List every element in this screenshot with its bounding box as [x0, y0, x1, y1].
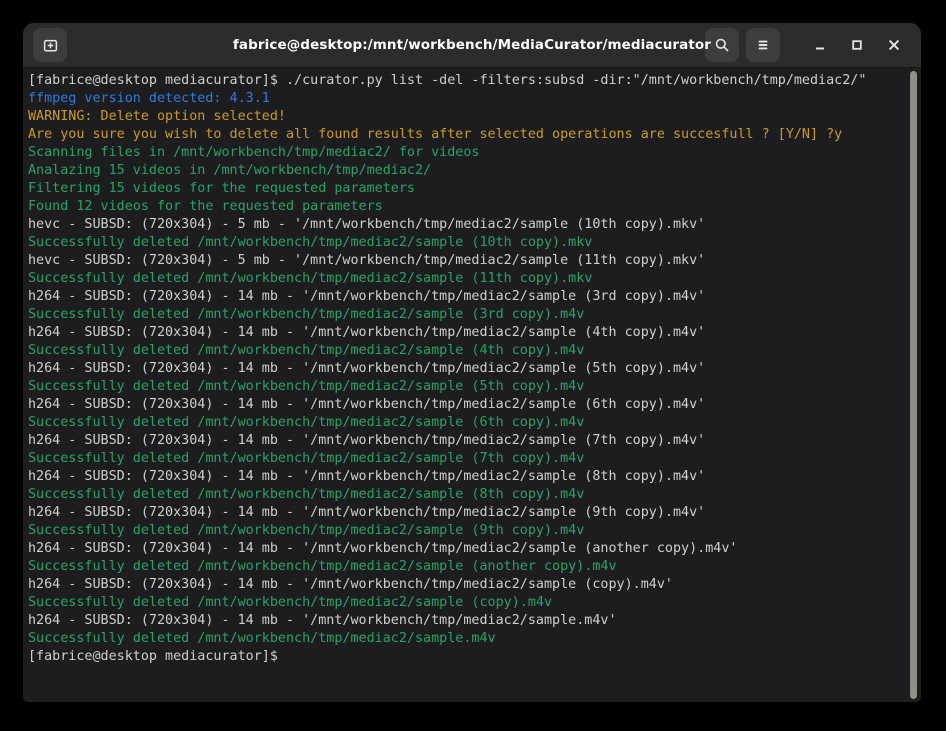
terminal-line: h264 - SUBSD: (720x304) - 14 mb - '/mnt/… [28, 324, 905, 342]
terminal-line: Successfully deleted /mnt/workbench/tmp/… [28, 522, 905, 540]
terminal-line: Analazing 15 videos in /mnt/workbench/tm… [28, 162, 905, 180]
close-button[interactable] [879, 30, 909, 60]
terminal-line: WARNING: Delete option selected! [28, 108, 905, 126]
terminal-line: Successfully deleted /mnt/workbench/tmp/… [28, 594, 905, 612]
maximize-icon [849, 37, 865, 53]
terminal-line: [fabrice@desktop mediacurator]$ ./curato… [28, 72, 905, 90]
terminal-line: h264 - SUBSD: (720x304) - 14 mb - '/mnt/… [28, 396, 905, 414]
terminal-line: Scanning files in /mnt/workbench/tmp/med… [28, 144, 905, 162]
terminal-line: h264 - SUBSD: (720x304) - 14 mb - '/mnt/… [28, 540, 905, 558]
terminal-line: h264 - SUBSD: (720x304) - 14 mb - '/mnt/… [28, 432, 905, 450]
terminal-line: Successfully deleted /mnt/workbench/tmp/… [28, 450, 905, 468]
new-tab-icon [42, 37, 59, 54]
minimize-button[interactable] [805, 30, 835, 60]
terminal-line: ffmpeg version detected: 4.3.1 [28, 90, 905, 108]
terminal-line: Successfully deleted /mnt/workbench/tmp/… [28, 630, 905, 648]
terminal-line: h264 - SUBSD: (720x304) - 14 mb - '/mnt/… [28, 360, 905, 378]
terminal-line: h264 - SUBSD: (720x304) - 14 mb - '/mnt/… [28, 468, 905, 486]
terminal-line: Successfully deleted /mnt/workbench/tmp/… [28, 306, 905, 324]
terminal-line: Successfully deleted /mnt/workbench/tmp/… [28, 486, 905, 504]
menu-icon [755, 37, 771, 53]
scrollbar[interactable] [908, 70, 919, 700]
window-title: fabrice@desktop:/mnt/workbench/MediaCura… [233, 37, 711, 53]
terminal-line: Successfully deleted /mnt/workbench/tmp/… [28, 270, 905, 288]
terminal-line: Filtering 15 videos for the requested pa… [28, 180, 905, 198]
terminal-line: Successfully deleted /mnt/workbench/tmp/… [28, 234, 905, 252]
terminal-line: Are you sure you wish to delete all foun… [28, 126, 905, 144]
terminal-line: h264 - SUBSD: (720x304) - 14 mb - '/mnt/… [28, 504, 905, 522]
terminal-output[interactable]: [fabrice@desktop mediacurator]$ ./curato… [23, 68, 921, 702]
maximize-button[interactable] [842, 30, 872, 60]
terminal-line: hevc - SUBSD: (720x304) - 5 mb - '/mnt/w… [28, 216, 905, 234]
search-icon [714, 37, 730, 53]
close-icon [886, 37, 902, 53]
terminal-line: Found 12 videos for the requested parame… [28, 198, 905, 216]
new-tab-button[interactable] [33, 28, 67, 62]
terminal-line: Successfully deleted /mnt/workbench/tmp/… [28, 558, 905, 576]
titlebar[interactable]: fabrice@desktop:/mnt/workbench/MediaCura… [23, 23, 921, 68]
terminal-line: Successfully deleted /mnt/workbench/tmp/… [28, 378, 905, 396]
terminal-line: Successfully deleted /mnt/workbench/tmp/… [28, 414, 905, 432]
terminal-line: h264 - SUBSD: (720x304) - 14 mb - '/mnt/… [28, 576, 905, 594]
terminal-line: hevc - SUBSD: (720x304) - 5 mb - '/mnt/w… [28, 252, 905, 270]
terminal-line: h264 - SUBSD: (720x304) - 14 mb - '/mnt/… [28, 612, 905, 630]
terminal-window: fabrice@desktop:/mnt/workbench/MediaCura… [23, 23, 921, 702]
minimize-icon [812, 37, 828, 53]
scrollbar-thumb[interactable] [910, 71, 917, 699]
terminal-line: Successfully deleted /mnt/workbench/tmp/… [28, 342, 905, 360]
terminal-line: h264 - SUBSD: (720x304) - 14 mb - '/mnt/… [28, 288, 905, 306]
terminal-line: [fabrice@desktop mediacurator]$ [28, 648, 905, 666]
menu-button[interactable] [746, 28, 780, 62]
